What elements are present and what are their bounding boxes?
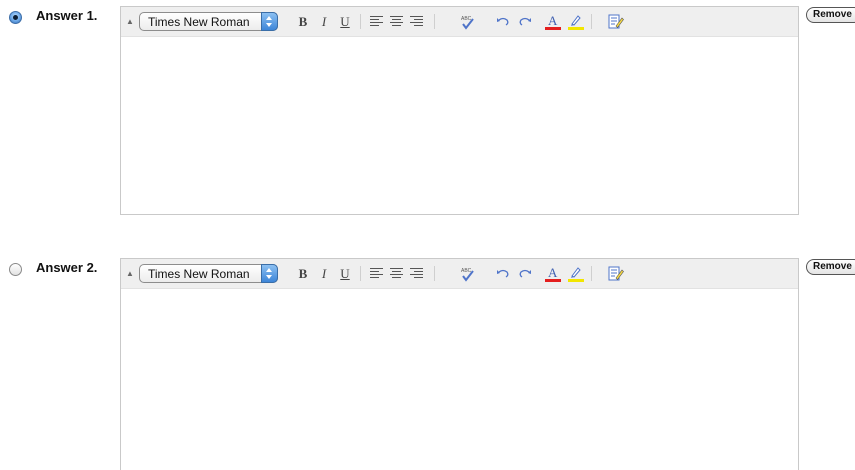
answer-1-toolbar: ▲ Times New Roman B I U ABC A xyxy=(121,7,798,37)
toolbar-separator xyxy=(434,14,435,29)
font-family-value: Times New Roman xyxy=(148,15,250,29)
toolbar-separator xyxy=(591,14,592,29)
redo-icon xyxy=(519,269,531,278)
answer-2-remove-button[interactable]: Remove xyxy=(806,259,855,275)
edit-source-button[interactable] xyxy=(607,259,625,288)
spellcheck-button[interactable]: ABC xyxy=(458,259,478,288)
spellcheck-icon: ABC xyxy=(461,16,474,30)
edit-source-icon xyxy=(608,266,624,280)
highlight-button[interactable] xyxy=(568,7,584,36)
italic-button[interactable]: I xyxy=(317,7,331,36)
bold-button[interactable]: B xyxy=(296,7,310,36)
spellcheck-label: ABC xyxy=(461,16,472,22)
bold-button[interactable]: B xyxy=(296,259,310,288)
redo-icon xyxy=(519,17,531,26)
toolbar-separator xyxy=(591,266,592,281)
spellcheck-label: ABC xyxy=(461,268,472,274)
redo-button[interactable] xyxy=(518,259,532,288)
align-center-icon xyxy=(389,268,403,278)
highlight-button[interactable] xyxy=(568,259,584,288)
font-color-icon: A xyxy=(545,13,561,30)
font-color-swatch xyxy=(545,278,561,282)
align-center-icon xyxy=(389,16,403,26)
align-center-button[interactable] xyxy=(389,7,403,36)
font-color-swatch xyxy=(545,26,561,30)
select-arrows-icon xyxy=(261,12,278,31)
font-color-button[interactable]: A xyxy=(545,7,561,36)
answer-1-radio[interactable] xyxy=(9,11,22,24)
font-color-button[interactable]: A xyxy=(545,259,561,288)
collapse-toolbar-icon[interactable]: ▲ xyxy=(125,7,135,36)
align-left-button[interactable] xyxy=(369,259,383,288)
font-color-icon: A xyxy=(545,265,561,282)
highlight-swatch xyxy=(568,278,584,282)
undo-icon xyxy=(497,269,509,278)
align-right-icon xyxy=(409,16,423,26)
undo-icon xyxy=(497,17,509,26)
underline-button[interactable]: U xyxy=(338,259,352,288)
answer-1-editor: ▲ Times New Roman B I U ABC A xyxy=(120,6,799,215)
answer-2-radio[interactable] xyxy=(9,263,22,276)
align-right-icon xyxy=(409,268,423,278)
font-color-letter: A xyxy=(548,13,558,28)
answer-1-remove-button[interactable]: Remove xyxy=(806,7,855,23)
font-family-value: Times New Roman xyxy=(148,267,250,281)
answer-2-label: Answer 2. xyxy=(36,260,98,275)
answer-1-label: Answer 1. xyxy=(36,8,98,23)
select-arrows-icon xyxy=(261,264,278,283)
undo-button[interactable] xyxy=(496,7,510,36)
underline-button[interactable]: U xyxy=(338,7,352,36)
align-right-button[interactable] xyxy=(409,259,423,288)
toolbar-separator xyxy=(360,14,361,29)
toolbar-separator xyxy=(434,266,435,281)
highlight-icon xyxy=(568,14,584,30)
edit-source-icon xyxy=(608,14,624,28)
spellcheck-icon: ABC xyxy=(461,268,474,282)
collapse-toolbar-icon[interactable]: ▲ xyxy=(125,259,135,288)
spellcheck-button[interactable]: ABC xyxy=(458,7,478,36)
highlight-swatch xyxy=(568,26,584,30)
highlight-icon xyxy=(568,266,584,282)
undo-button[interactable] xyxy=(496,259,510,288)
italic-button[interactable]: I xyxy=(317,259,331,288)
answer-2-editor: ▲ Times New Roman B I U ABC A xyxy=(120,258,799,470)
redo-button[interactable] xyxy=(518,7,532,36)
font-color-letter: A xyxy=(548,265,558,280)
font-family-select[interactable]: Times New Roman xyxy=(139,264,278,283)
align-center-button[interactable] xyxy=(389,259,403,288)
answer-2-toolbar: ▲ Times New Roman B I U ABC A xyxy=(121,259,798,289)
align-left-icon xyxy=(369,268,383,278)
font-family-select[interactable]: Times New Roman xyxy=(139,12,278,31)
align-left-icon xyxy=(369,16,383,26)
edit-source-button[interactable] xyxy=(607,7,625,36)
toolbar-separator xyxy=(360,266,361,281)
align-left-button[interactable] xyxy=(369,7,383,36)
align-right-button[interactable] xyxy=(409,7,423,36)
